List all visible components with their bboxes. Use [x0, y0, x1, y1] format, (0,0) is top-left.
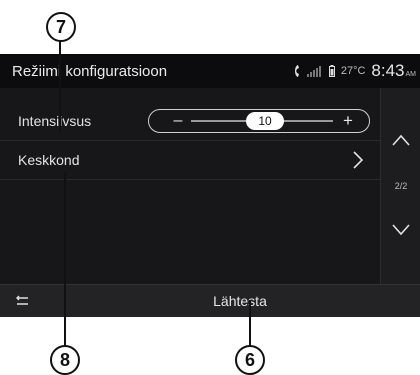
page-title: Režiimi konfiguratsioon — [12, 63, 168, 80]
status-indicators: 27°C 8:43 AM — [293, 61, 416, 81]
setting-label-intensity: Intensiivsus — [18, 113, 92, 129]
chevron-up-icon[interactable] — [392, 134, 410, 146]
intensity-slider[interactable]: – 10 + — [148, 109, 370, 133]
signal-icon — [306, 66, 321, 77]
decrease-button[interactable]: – — [171, 110, 185, 132]
page-indicator: 2/2 — [394, 181, 408, 191]
battery-icon — [328, 65, 335, 77]
phone-icon — [294, 65, 299, 77]
chevron-right-icon — [353, 151, 364, 169]
setting-row-intensity: Intensiivsus – 10 + — [0, 102, 380, 141]
callout-8: 8 — [50, 345, 80, 375]
scroll-panel: 2/2 — [380, 88, 420, 284]
setting-row-environment[interactable]: Keskkond — [0, 141, 380, 180]
clock-ampm: AM — [405, 70, 417, 78]
reset-button[interactable]: Lähtesta — [180, 285, 300, 317]
status-bar: Režiimi konfiguratsioon 27°C 8:43 AM — [0, 54, 420, 88]
callout-line-7 — [59, 40, 61, 133]
display-screen: Režiimi konfiguratsioon 27°C 8:43 AM Int… — [0, 54, 420, 317]
setting-label-environment: Keskkond — [18, 152, 80, 168]
back-icon[interactable] — [14, 295, 30, 307]
temperature: 27°C — [340, 65, 366, 77]
chevron-down-icon[interactable] — [392, 224, 410, 236]
callout-line-8 — [64, 172, 66, 349]
intensity-value[interactable]: 10 — [246, 112, 284, 130]
settings-list: Intensiivsus – 10 + Keskkond — [0, 88, 380, 284]
bottom-bar: Lähtesta — [0, 284, 420, 317]
increase-button[interactable]: + — [341, 110, 355, 132]
clock: 8:43 — [371, 61, 405, 80]
callout-line-6 — [249, 300, 251, 348]
callout-6: 6 — [235, 345, 265, 375]
callout-7: 7 — [46, 12, 76, 42]
